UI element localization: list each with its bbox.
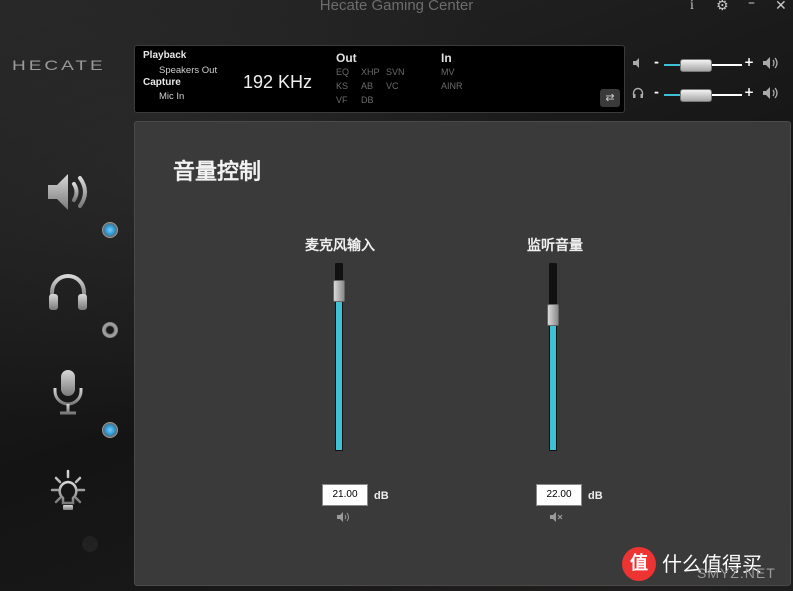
settings-gear-icon[interactable]: ⚙ bbox=[716, 0, 729, 13]
slider-fill bbox=[550, 310, 556, 450]
brand-logo: HECATE bbox=[12, 57, 106, 74]
out-label: Out bbox=[336, 51, 357, 65]
in-tag: AINR bbox=[441, 81, 463, 91]
speaker-icon bbox=[48, 174, 87, 210]
in-tag: MV bbox=[441, 67, 455, 77]
mic-input-db-field[interactable]: 21.00 bbox=[322, 484, 368, 506]
mic-input-slider[interactable] bbox=[333, 263, 345, 451]
out-tag: DB bbox=[361, 95, 374, 105]
nav-speaker[interactable] bbox=[40, 164, 96, 220]
speaker-on-icon[interactable] bbox=[336, 511, 350, 523]
volume-control-panel: 音量控制 麦克风输入 21.00 dB 监听音量 22.00 dB bbox=[134, 121, 791, 586]
out-tag: EQ bbox=[336, 67, 350, 77]
increase-icon[interactable]: + bbox=[744, 85, 754, 99]
decrease-icon[interactable]: - bbox=[654, 85, 659, 99]
sample-rate: 192 KHz bbox=[243, 72, 313, 92]
mic-input-label: 麦克风输入 bbox=[305, 238, 375, 254]
volume-max-icon bbox=[763, 57, 778, 69]
out-tag: KS bbox=[336, 81, 349, 91]
slider-handle[interactable] bbox=[680, 59, 713, 72]
slider-fill bbox=[336, 286, 342, 450]
nav-microphone-indicator bbox=[102, 422, 118, 438]
volume-max-icon bbox=[763, 87, 778, 99]
monitor-volume-label: 监听音量 bbox=[527, 238, 583, 254]
out-tag: XHP bbox=[361, 67, 380, 77]
page-title: 音量控制 bbox=[173, 159, 262, 185]
microphone-icon bbox=[53, 370, 83, 415]
minimize-button[interactable]: – bbox=[748, 0, 755, 10]
nav-speaker-indicator bbox=[102, 222, 118, 238]
watermark-site: SMYZ.NET bbox=[697, 565, 776, 581]
watermark-logo: 值 bbox=[622, 547, 656, 581]
speaker-quick-slider[interactable]: - + bbox=[632, 55, 784, 73]
nav-lighting-indicator bbox=[82, 536, 98, 552]
playback-label: Playback bbox=[143, 50, 187, 61]
out-tag: SVN bbox=[386, 67, 405, 77]
capture-device: Mic In bbox=[159, 91, 185, 102]
nav-lighting[interactable] bbox=[40, 464, 96, 520]
nav-microphone[interactable] bbox=[40, 364, 96, 420]
info-button[interactable]: i bbox=[690, 0, 694, 13]
db-unit: dB bbox=[588, 490, 603, 502]
in-label: In bbox=[441, 51, 452, 65]
nav-headphone-indicator bbox=[102, 322, 118, 338]
slider-handle[interactable] bbox=[333, 279, 345, 302]
decrease-icon[interactable]: - bbox=[654, 55, 659, 69]
capture-label: Capture bbox=[143, 77, 181, 88]
db-unit: dB bbox=[374, 490, 389, 502]
out-tag: AB bbox=[361, 81, 374, 91]
monitor-volume-slider[interactable] bbox=[547, 263, 559, 451]
device-info-panel: Playback Speakers Out Capture Mic In 192… bbox=[134, 45, 625, 113]
speaker-muted-icon[interactable] bbox=[549, 511, 563, 523]
slider-handle[interactable] bbox=[547, 304, 559, 326]
app-title: Hecate Gaming Center bbox=[319, 0, 474, 14]
speaker-icon bbox=[633, 58, 639, 68]
out-tag: VF bbox=[336, 95, 348, 105]
headphone-icon bbox=[49, 274, 87, 310]
swap-icon[interactable]: ⇄ bbox=[600, 89, 620, 107]
close-button[interactable]: ✕ bbox=[775, 0, 787, 13]
playback-device: Speakers Out bbox=[159, 65, 218, 76]
out-tag: VC bbox=[386, 81, 399, 91]
monitor-volume-db-field[interactable]: 22.00 bbox=[536, 484, 582, 506]
nav-headphone[interactable] bbox=[40, 264, 96, 320]
headphone-quick-slider[interactable]: - + bbox=[632, 85, 784, 103]
title-bar: Hecate Gaming Center i ⚙ – ✕ bbox=[0, 0, 793, 18]
headphone-icon bbox=[632, 87, 644, 98]
increase-icon[interactable]: + bbox=[744, 55, 754, 69]
slider-handle[interactable] bbox=[680, 89, 713, 102]
light-icon bbox=[50, 469, 86, 510]
